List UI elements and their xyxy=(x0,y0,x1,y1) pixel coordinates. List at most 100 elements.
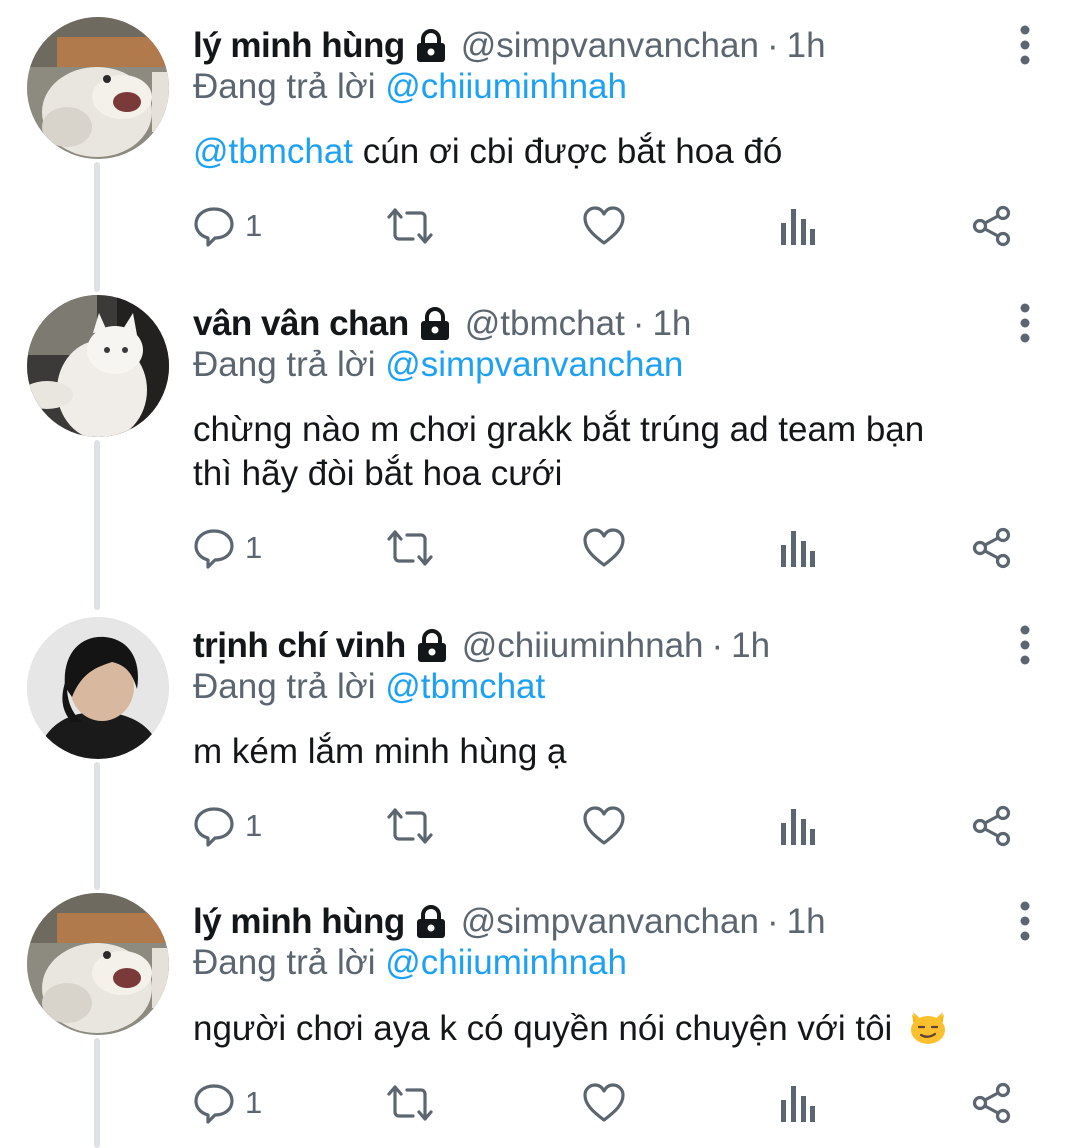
retweet-button[interactable] xyxy=(385,1080,435,1126)
like-button[interactable] xyxy=(582,1080,626,1126)
separator-dot: · xyxy=(711,626,724,665)
tweet-text: chừng nào m chơi grakk bắt trúng ad team… xyxy=(193,408,1023,496)
share-button[interactable] xyxy=(971,1080,1013,1126)
heart-icon xyxy=(582,805,626,847)
reply-button[interactable]: 1 xyxy=(193,803,262,849)
avatar-person-image xyxy=(27,617,169,759)
lock-icon xyxy=(415,905,447,939)
analytics-button[interactable] xyxy=(779,1080,815,1126)
display-name[interactable]: trịnh chí vinh xyxy=(193,626,406,666)
retweet-icon xyxy=(385,205,435,247)
tweet-actions: 1 xyxy=(193,1080,1023,1126)
timestamp[interactable]: 1h xyxy=(787,902,826,942)
reply-count: 1 xyxy=(245,530,263,565)
replying-prefix: Đang trả lời xyxy=(193,345,376,384)
replying-prefix: Đang trả lời xyxy=(193,943,376,982)
timestamp[interactable]: 1h xyxy=(652,304,691,344)
retweet-icon xyxy=(385,1082,435,1124)
reply-button[interactable]: 1 xyxy=(193,203,262,249)
reply-icon xyxy=(193,205,235,247)
tweet[interactable]: trịnh chí vinh @chiiuminhnah · 1h Đang t… xyxy=(0,600,1079,890)
like-button[interactable] xyxy=(582,525,626,571)
user-handle[interactable]: @simpvanvanchan xyxy=(461,902,759,942)
tweet-actions: 1 xyxy=(193,803,1023,849)
more-options-icon[interactable] xyxy=(1013,900,1037,942)
tweet-text: người chơi aya k có quyền nói chuyện với… xyxy=(193,1006,1023,1051)
tweet-text: @tbmchat cún ơi cbi được bắt hoa đó xyxy=(193,130,1023,174)
smirking-cat-emoji xyxy=(908,1006,948,1046)
avatar[interactable] xyxy=(27,617,169,759)
heart-icon xyxy=(582,527,626,569)
analytics-button[interactable] xyxy=(779,203,815,249)
heart-icon xyxy=(582,1082,626,1124)
replying-to: Đang trả lời @simpvanvanchan xyxy=(193,345,683,385)
tweet-text: m kém lắm minh hùng ạ xyxy=(193,730,1023,774)
separator-dot: · xyxy=(766,902,779,941)
avatar-cat-image xyxy=(27,17,169,159)
analytics-icon xyxy=(779,805,815,847)
reply-button[interactable]: 1 xyxy=(193,525,262,571)
tweet[interactable]: vân vân chan @tbmchat · 1h Đang trả lời … xyxy=(0,278,1079,608)
tweet-header: trịnh chí vinh @chiiuminhnah · 1h xyxy=(193,622,770,670)
analytics-button[interactable] xyxy=(779,803,815,849)
more-options-icon[interactable] xyxy=(1013,24,1037,66)
reply-count: 1 xyxy=(245,808,263,843)
analytics-button[interactable] xyxy=(779,525,815,571)
lock-icon xyxy=(419,307,451,341)
timestamp[interactable]: 1h xyxy=(731,626,770,666)
like-button[interactable] xyxy=(582,203,626,249)
replying-prefix: Đang trả lời xyxy=(193,67,376,106)
share-icon xyxy=(971,805,1013,847)
user-handle[interactable]: @tbmchat xyxy=(465,304,625,344)
user-handle[interactable]: @chiiuminhnah xyxy=(462,626,704,666)
mention-link[interactable]: @tbmchat xyxy=(193,132,353,171)
display-name[interactable]: lý minh hùng xyxy=(193,902,405,942)
tweet-body-line: thì hãy đòi bắt hoa cưới xyxy=(193,454,563,493)
user-handle[interactable]: @simpvanvanchan xyxy=(461,26,759,66)
tweet-actions: 1 xyxy=(193,525,1023,571)
retweet-button[interactable] xyxy=(385,803,435,849)
avatar[interactable] xyxy=(27,295,169,437)
tweet-header: vân vân chan @tbmchat · 1h xyxy=(193,300,691,348)
reply-count: 1 xyxy=(245,1085,263,1120)
replying-to-link[interactable]: @simpvanvanchan xyxy=(385,345,683,384)
retweet-button[interactable] xyxy=(385,525,435,571)
avatar[interactable] xyxy=(27,17,169,159)
replying-to-link[interactable]: @chiiuminhnah xyxy=(385,943,627,982)
tweet-header: lý minh hùng @simpvanvanchan · 1h xyxy=(193,898,826,946)
replying-to: Đang trả lời @chiiuminhnah xyxy=(193,67,627,107)
retweet-button[interactable] xyxy=(385,203,435,249)
analytics-icon xyxy=(779,205,815,247)
avatar-cat-image xyxy=(27,295,169,437)
share-button[interactable] xyxy=(971,203,1013,249)
avatar[interactable] xyxy=(27,893,169,1035)
more-options-icon[interactable] xyxy=(1013,302,1037,344)
like-button[interactable] xyxy=(582,803,626,849)
avatar-cat-image xyxy=(27,893,169,1035)
timestamp[interactable]: 1h xyxy=(787,26,826,66)
reply-count: 1 xyxy=(245,208,263,243)
share-icon xyxy=(971,205,1013,247)
display-name[interactable]: lý minh hùng xyxy=(193,26,405,66)
more-options-icon[interactable] xyxy=(1013,624,1037,666)
share-icon xyxy=(971,1082,1013,1124)
tweet[interactable]: lý minh hùng @simpvanvanchan · 1h Đang t… xyxy=(0,876,1079,1148)
tweet-header: lý minh hùng @simpvanvanchan · 1h xyxy=(193,22,826,70)
share-button[interactable] xyxy=(971,803,1013,849)
replying-to: Đang trả lời @tbmchat xyxy=(193,667,545,707)
tweet-body: m kém lắm minh hùng ạ xyxy=(193,732,567,771)
reply-icon xyxy=(193,805,235,847)
reply-icon xyxy=(193,1082,235,1124)
tweet[interactable]: lý minh hùng @simpvanvanchan · 1h Đang t… xyxy=(0,0,1079,290)
replying-to-link[interactable]: @tbmchat xyxy=(385,667,545,706)
reply-icon xyxy=(193,527,235,569)
display-name[interactable]: vân vân chan xyxy=(193,304,409,344)
tweet-body: người chơi aya k có quyền nói chuyện với… xyxy=(193,1009,893,1048)
reply-button[interactable]: 1 xyxy=(193,1080,262,1126)
replying-to: Đang trả lời @chiiuminhnah xyxy=(193,943,627,983)
share-button[interactable] xyxy=(971,525,1013,571)
replying-to-link[interactable]: @chiiuminhnah xyxy=(385,67,627,106)
heart-icon xyxy=(582,205,626,247)
analytics-icon xyxy=(779,1082,815,1124)
retweet-icon xyxy=(385,805,435,847)
